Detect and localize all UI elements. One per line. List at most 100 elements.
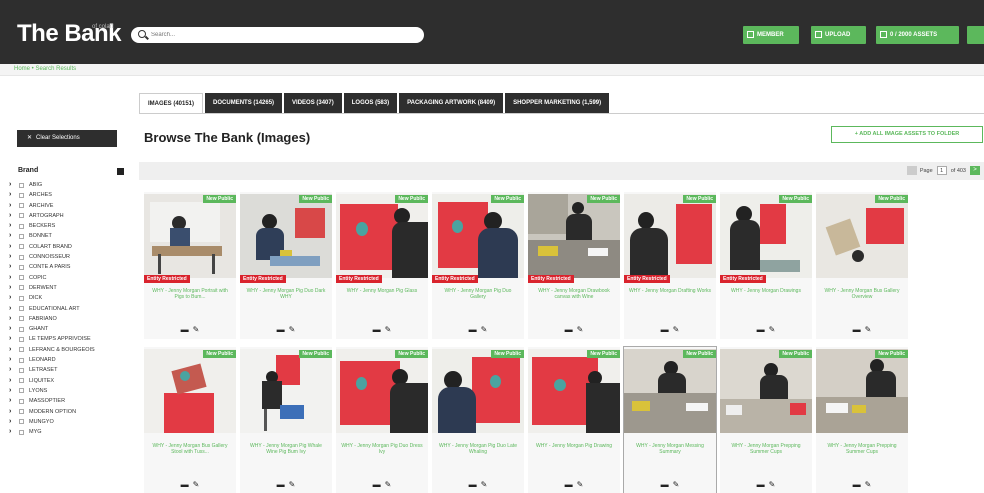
asset-thumbnail[interactable]: [432, 349, 524, 433]
folder-icon[interactable]: ▬: [565, 480, 573, 489]
pencil-icon[interactable]: ✎: [673, 480, 680, 489]
asset-thumbnail[interactable]: [336, 194, 428, 278]
asset-title[interactable]: WHY - Jenny Morgan Pig Duo Late Whaling: [436, 443, 520, 455]
chevron-right-icon[interactable]: ›: [9, 386, 11, 396]
pencil-icon[interactable]: ✎: [577, 480, 584, 489]
brand-checkbox[interactable]: [19, 213, 24, 219]
brand-filter-item[interactable]: › LYONS: [9, 386, 127, 396]
folder-icon[interactable]: ▬: [757, 325, 765, 334]
chevron-right-icon[interactable]: ›: [9, 242, 11, 252]
asset-title[interactable]: WHY - Jenny Morgan Pig Drawing: [532, 443, 616, 449]
brand-filter-item[interactable]: › LEONARD: [9, 355, 127, 365]
pencil-icon[interactable]: ✎: [673, 325, 680, 334]
brand-checkbox[interactable]: [19, 203, 24, 209]
asset-thumbnail[interactable]: [144, 194, 236, 278]
asset-card[interactable]: New Public WHY - Jenny Morgan Pig Duo Dre…: [336, 347, 428, 493]
search-box[interactable]: [131, 27, 424, 43]
chevron-right-icon[interactable]: ›: [9, 376, 11, 386]
pencil-icon[interactable]: ✎: [769, 325, 776, 334]
search-input[interactable]: [151, 29, 411, 41]
asset-card[interactable]: New Public Entity Restricted WHY - Jenny M…: [336, 192, 428, 339]
brand-filter-item[interactable]: › LE TEMPS APPRIVOISE: [9, 334, 127, 344]
chevron-right-icon[interactable]: ›: [9, 304, 11, 314]
asset-thumbnail[interactable]: [624, 349, 716, 433]
asset-thumbnail[interactable]: [624, 194, 716, 278]
asset-title[interactable]: WHY - Jenny Morgan Messing Summary: [628, 443, 712, 455]
folder-icon[interactable]: ▬: [853, 480, 861, 489]
brand-checkbox[interactable]: [19, 367, 24, 373]
brand-checkbox[interactable]: [19, 388, 24, 394]
asset-card[interactable]: New Public Entity Restricted WHY - Jenny M…: [240, 192, 332, 339]
brand-checkbox[interactable]: [19, 378, 24, 384]
asset-title[interactable]: WHY - Jenny Morgan Prepping Summer Cups: [820, 443, 904, 455]
asset-card[interactable]: New Public Entity Restricted WHY - Jenny M…: [528, 192, 620, 339]
brand-checkbox[interactable]: [19, 357, 24, 363]
asset-card[interactable]: New Public WHY - Jenny Morgan Messing Sum…: [623, 346, 717, 493]
brand-filter-item[interactable]: › LIQUITEX: [9, 376, 127, 386]
asset-title[interactable]: WHY - Jenny Morgan Drawbook canvas with …: [532, 288, 616, 300]
brand-filter-item[interactable]: › CONNOISSEUR: [9, 252, 127, 262]
chevron-right-icon[interactable]: ›: [9, 314, 11, 324]
pencil-icon[interactable]: ✎: [193, 325, 200, 334]
chevron-right-icon[interactable]: ›: [9, 262, 11, 272]
pencil-icon[interactable]: ✎: [289, 325, 296, 334]
asset-card[interactable]: New Public WHY - Jenny Morgan Pig Duo Lat…: [432, 347, 524, 493]
tab-packaging-artwork[interactable]: PACKAGING ARTWORK (8409): [399, 93, 504, 113]
chevron-right-icon[interactable]: ›: [9, 396, 11, 406]
pencil-icon[interactable]: ✎: [289, 480, 296, 489]
brand-checkbox[interactable]: [19, 409, 24, 415]
asset-thumbnail[interactable]: [336, 349, 428, 433]
asset-thumbnail[interactable]: [144, 349, 236, 433]
brand-filter-item[interactable]: › EDUCATIONAL ART: [9, 304, 127, 314]
brand-checkbox[interactable]: [19, 182, 24, 188]
asset-title[interactable]: WHY - Jenny Morgan Prepping Summer Cups: [724, 443, 808, 455]
folder-icon[interactable]: ▬: [373, 325, 381, 334]
brand-checkbox[interactable]: [19, 285, 24, 291]
tab-images[interactable]: IMAGES (40151): [139, 93, 204, 113]
asset-title[interactable]: WHY - Jenny Morgan Pig Duo Gallery: [436, 288, 520, 300]
chevron-right-icon[interactable]: ›: [9, 252, 11, 262]
chevron-right-icon[interactable]: ›: [9, 221, 11, 231]
brand-filter-item[interactable]: › LETRASET: [9, 365, 127, 375]
brand-filter-item[interactable]: › LEFRANC & BOURGEOIS: [9, 345, 127, 355]
chevron-right-icon[interactable]: ›: [9, 355, 11, 365]
brand-filter-item[interactable]: › MASSOPTIER: [9, 396, 127, 406]
chevron-right-icon[interactable]: ›: [9, 231, 11, 241]
folder-icon[interactable]: ▬: [469, 325, 477, 334]
brand-checkbox[interactable]: [19, 295, 24, 301]
brand-checkbox[interactable]: [19, 233, 24, 239]
chevron-right-icon[interactable]: ›: [9, 293, 11, 303]
brand-checkbox[interactable]: [19, 264, 24, 270]
brand-filter-item[interactable]: › COLART BRAND: [9, 242, 127, 252]
asset-title[interactable]: WHY - Jenny Morgan Bus Gallery Stool wit…: [148, 443, 232, 455]
brand-filter-item[interactable]: › DICK: [9, 293, 127, 303]
asset-thumbnail[interactable]: [528, 349, 620, 433]
brand-filter-item[interactable]: › ABIG: [9, 180, 127, 190]
brand-filter-item[interactable]: › DERWENT: [9, 283, 127, 293]
asset-title[interactable]: WHY - Jenny Morgan Pig Duo Dress Ivy: [340, 443, 424, 455]
brand-checkbox[interactable]: [19, 244, 24, 250]
member-button[interactable]: MEMBER: [743, 26, 799, 44]
brand-filter-item[interactable]: › COPIC: [9, 273, 127, 283]
chevron-right-icon[interactable]: ›: [9, 417, 11, 427]
brand-filter-item[interactable]: › MUNGYO: [9, 417, 127, 427]
chevron-right-icon[interactable]: ›: [9, 190, 11, 200]
folder-icon[interactable]: ▬: [181, 480, 189, 489]
pencil-icon[interactable]: ✎: [481, 325, 488, 334]
brand-filter-item[interactable]: › MYG: [9, 427, 127, 437]
chevron-right-icon[interactable]: ›: [9, 324, 11, 334]
asset-title[interactable]: WHY - Jenny Morgan Drafting Works: [628, 288, 712, 294]
chevron-right-icon[interactable]: ›: [9, 211, 11, 221]
brand-checkbox[interactable]: [19, 316, 24, 322]
pencil-icon[interactable]: ✎: [385, 325, 392, 334]
pencil-icon[interactable]: ✎: [865, 480, 872, 489]
asset-card[interactable]: New Public WHY - Jenny Morgan Bus Gallery…: [816, 192, 908, 339]
asset-thumbnail[interactable]: [240, 349, 332, 433]
asset-thumbnail[interactable]: [816, 349, 908, 433]
brand-filter-item[interactable]: › FABRIANO: [9, 314, 127, 324]
asset-title[interactable]: WHY - Jenny Morgan Drawings: [724, 288, 808, 294]
chevron-right-icon[interactable]: ›: [9, 180, 11, 190]
asset-thumbnail[interactable]: [240, 194, 332, 278]
pencil-icon[interactable]: ✎: [481, 480, 488, 489]
asset-title[interactable]: WHY - Jenny Morgan Bus Gallery Overview: [820, 288, 904, 300]
